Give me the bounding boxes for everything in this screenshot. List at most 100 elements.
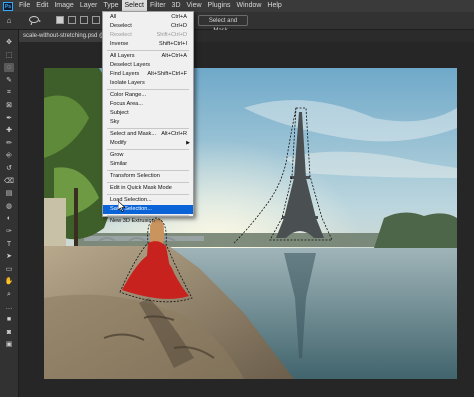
lasso-icon[interactable]	[28, 15, 42, 26]
menu-item-label: Focus Area...	[110, 101, 143, 107]
brush-tool-icon[interactable]: ✏	[4, 139, 14, 148]
menu-edit[interactable]: Edit	[33, 0, 51, 12]
eyedropper-tool-icon[interactable]: ✒	[4, 114, 14, 123]
gradient-tool-icon[interactable]: ▤	[4, 189, 14, 198]
tools-panel: ✥ ⬚ ◌ ✎ ⌗ ⊠ ✒ ✚ ✏ ⎆ ↺ ⌫ ▤ ◍ ◐ ✑ T ➤ ▭ ✋ ⌕ … ■ ◙ ▣	[0, 30, 19, 397]
menu-separator	[107, 89, 189, 90]
menu-item-label: Load Selection...	[110, 197, 152, 203]
menu-item-color-range[interactable]: Color Range...	[103, 91, 193, 100]
new-selection-icon[interactable]	[56, 16, 64, 24]
menu-item-all-layers[interactable]: All Layers Alt+Ctrl+A	[103, 52, 193, 61]
menu-item-select-and-mask[interactable]: Select and Mask... Alt+Ctrl+R	[103, 130, 193, 139]
menu-item-label: Reselect	[110, 32, 132, 38]
menu-item-deselect[interactable]: Deselect Ctrl+D	[103, 22, 193, 31]
color-swatches-icon[interactable]: ■	[4, 315, 14, 324]
menu-layer[interactable]: Layer	[77, 0, 101, 12]
menu-item-label: Similar	[110, 161, 128, 167]
menu-item-focus-area[interactable]: Focus Area...	[103, 100, 193, 109]
menu-item-label: Deselect Layers	[110, 62, 151, 68]
menu-separator	[107, 128, 189, 129]
menu-item-shortcut: Alt+Ctrl+R	[161, 131, 187, 137]
healing-brush-tool-icon[interactable]: ✚	[4, 126, 14, 135]
menu-item-label: All Layers	[110, 53, 135, 59]
menu-item-subject[interactable]: Subject	[103, 109, 193, 118]
menu-file[interactable]: File	[16, 0, 33, 12]
menu-item-label: Select and Mask...	[110, 131, 157, 137]
menu-item-load-selection[interactable]: Load Selection...	[103, 196, 193, 205]
menu-window[interactable]: Window	[234, 0, 265, 12]
menu-separator	[107, 149, 189, 150]
menu-item-grow[interactable]: Grow	[103, 151, 193, 160]
menu-item-similar[interactable]: Similar	[103, 160, 193, 169]
lasso-tool-icon[interactable]: ◌	[4, 63, 14, 73]
menu-item-shortcut: Shift+Ctrl+I	[159, 41, 187, 47]
submenu-arrow-icon: ▶	[186, 140, 190, 146]
menu-item-label: All	[110, 14, 117, 20]
menu-item-label: Find Layers	[110, 71, 140, 77]
menu-separator	[107, 170, 189, 171]
type-tool-icon[interactable]: T	[4, 240, 14, 249]
home-icon[interactable]: ⌂	[4, 15, 14, 26]
pen-tool-icon[interactable]: ✑	[4, 227, 14, 236]
dodge-tool-icon[interactable]: ◐	[4, 214, 14, 223]
menu-item-edit-in-quick-mask-mode[interactable]: Edit in Quick Mask Mode	[103, 184, 193, 193]
frame-tool-icon[interactable]: ⊠	[4, 101, 14, 110]
crop-tool-icon[interactable]: ⌗	[4, 88, 14, 97]
rectangle-tool-icon[interactable]: ▭	[4, 265, 14, 274]
clone-stamp-tool-icon[interactable]: ⎆	[4, 151, 14, 160]
quick-mask-icon[interactable]: ◙	[4, 328, 14, 337]
menu-item-new-3d-extrusion[interactable]: New 3D Extrusion	[103, 217, 193, 226]
menu-item-label: Save Selection...	[110, 206, 152, 212]
path-select-tool-icon[interactable]: ➤	[4, 252, 14, 261]
menu-item-modify[interactable]: Modify ▶	[103, 139, 193, 148]
eraser-tool-icon[interactable]: ⌫	[4, 177, 14, 186]
menu-item-isolate-layers[interactable]: Isolate Layers	[103, 79, 193, 88]
zoom-tool-icon[interactable]: ⌕	[4, 290, 14, 299]
menu-item-all[interactable]: All Ctrl+A	[103, 13, 193, 22]
screen-mode-icon[interactable]: ▣	[4, 340, 14, 349]
quick-select-tool-icon[interactable]: ✎	[4, 76, 14, 85]
subtract-selection-icon[interactable]	[80, 16, 88, 24]
document-tab[interactable]: scale-without-stretching.psd @	[19, 30, 115, 42]
marquee-tool-icon[interactable]: ⬚	[4, 51, 14, 60]
document-tab-bar: scale-without-stretching.psd @	[19, 30, 474, 42]
menu-item-inverse[interactable]: Inverse Shift+Ctrl+I	[103, 40, 193, 49]
add-selection-icon[interactable]	[68, 16, 76, 24]
menu-image[interactable]: Image	[51, 0, 76, 12]
menu-item-label: Subject	[110, 110, 129, 116]
menu-item-shortcut: Ctrl+D	[170, 23, 187, 29]
menu-item-label: Edit in Quick Mask Mode	[110, 185, 172, 191]
menu-item-shortcut: Ctrl+A	[171, 14, 187, 20]
menu-item-label: Inverse	[110, 41, 129, 47]
menu-item-find-layers[interactable]: Find Layers Alt+Shift+Ctrl+F	[103, 70, 193, 79]
history-brush-tool-icon[interactable]: ↺	[4, 164, 14, 173]
menu-item-label: Grow	[110, 152, 124, 158]
photoshop-logo-icon: Ps	[3, 1, 13, 11]
menu-item-sky[interactable]: Sky	[103, 118, 193, 127]
menu-separator	[107, 194, 189, 195]
hand-tool-icon[interactable]: ✋	[4, 277, 14, 286]
menu-help[interactable]: Help	[264, 0, 284, 12]
intersect-selection-icon[interactable]	[92, 16, 100, 24]
menu-item-reselect[interactable]: Reselect Shift+Ctrl+D	[103, 31, 193, 40]
menu-item-label: Transform Selection	[110, 173, 160, 179]
menu-item-transform-selection[interactable]: Transform Selection	[103, 172, 193, 181]
menu-item-shortcut: Shift+Ctrl+D	[156, 32, 187, 38]
menu-plugins[interactable]: Plugins	[205, 0, 234, 12]
menu-item-shortcut: Alt+Ctrl+A	[161, 53, 188, 59]
options-bar: ⌂ Select and Mask...	[0, 12, 474, 34]
menu-bar: Ps File Edit Image Layer Type Select Filter 3D V…	[0, 0, 474, 12]
menu-item-label: Deselect	[110, 23, 132, 29]
menu-separator	[107, 182, 189, 183]
menu-item-shortcut: Alt+Shift+Ctrl+F	[147, 71, 187, 77]
menu-item-save-selection[interactable]: Save Selection...	[103, 205, 193, 214]
blur-tool-icon[interactable]: ◍	[4, 202, 14, 211]
menu-separator	[107, 50, 189, 51]
menu-item-label: Color Range...	[110, 92, 147, 98]
menu-separator	[107, 215, 189, 216]
menu-item-label: Sky	[110, 119, 120, 125]
select-and-mask-button[interactable]: Select and Mask...	[198, 15, 248, 34]
move-tool-icon[interactable]: ✥	[4, 38, 14, 47]
edit-toolbar-icon[interactable]: …	[4, 303, 14, 312]
menu-item-deselect-layers[interactable]: Deselect Layers	[103, 61, 193, 70]
